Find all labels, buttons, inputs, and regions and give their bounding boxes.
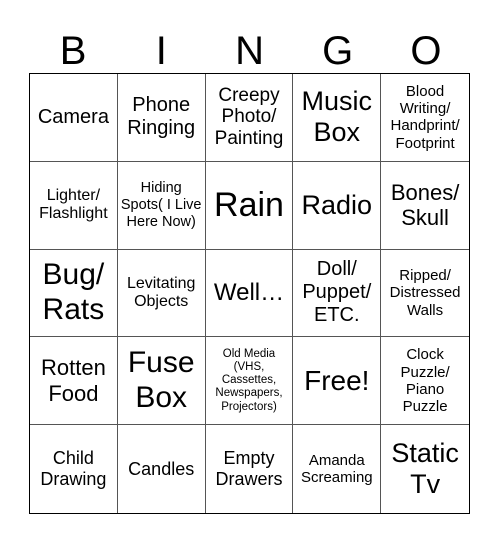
bingo-cell[interactable]: Creepy Photo/ Painting bbox=[205, 74, 294, 162]
bingo-cell[interactable]: Ripped/ Distressed Walls bbox=[381, 250, 469, 338]
header-letter-i: I bbox=[155, 29, 167, 73]
bingo-cell[interactable]: Old Media (VHS, Cassettes, Newspapers, P… bbox=[205, 337, 294, 426]
bingo-cell[interactable]: Amanda Screaming bbox=[293, 425, 382, 513]
bingo-cell[interactable]: Candles bbox=[118, 425, 206, 513]
bingo-cell[interactable]: Fuse Box bbox=[117, 337, 206, 426]
bingo-cell[interactable]: Static Tv bbox=[381, 425, 469, 513]
header-letter-b: B bbox=[59, 29, 87, 73]
bingo-cell[interactable]: Hiding Spots( I Live Here Now) bbox=[117, 161, 206, 250]
bingo-cell[interactable]: Well… bbox=[205, 249, 294, 338]
bingo-cell[interactable]: Bug/ Rats bbox=[30, 249, 118, 338]
bingo-cell[interactable]: Camera bbox=[30, 74, 118, 162]
bingo-cell[interactable]: Music Box bbox=[293, 74, 382, 162]
bingo-cell[interactable]: Phone Ringing bbox=[117, 74, 206, 162]
bingo-cell[interactable]: Rain bbox=[205, 161, 294, 250]
bingo-header: B I N G O bbox=[29, 22, 470, 73]
bingo-cell[interactable]: Clock Puzzle/ Piano Puzzle bbox=[381, 337, 469, 426]
bingo-cell[interactable]: Lighter/ Flashlight bbox=[30, 161, 118, 250]
bingo-cell[interactable]: Doll/ Puppet/ ETC. bbox=[293, 249, 382, 338]
bingo-cell[interactable]: Bones/ Skull bbox=[381, 162, 469, 250]
bingo-cell[interactable]: Rotten Food bbox=[30, 337, 118, 426]
bingo-cell[interactable]: Empty Drawers bbox=[206, 425, 294, 513]
header-letter-n: N bbox=[235, 29, 264, 73]
bingo-cell[interactable]: Radio bbox=[293, 161, 382, 250]
bingo-cell[interactable]: Blood Writing/ Handprint/ Footprint bbox=[381, 74, 469, 162]
header-letter-g: G bbox=[322, 29, 354, 73]
bingo-grid: Camera Phone Ringing Creepy Photo/ Paint… bbox=[29, 73, 470, 514]
header-letter-o: O bbox=[410, 29, 442, 73]
bingo-cell[interactable]: Levitating Objects bbox=[117, 249, 206, 338]
free-space-cell[interactable]: Free! bbox=[293, 337, 382, 426]
bingo-cell[interactable]: Child Drawing bbox=[30, 425, 118, 513]
